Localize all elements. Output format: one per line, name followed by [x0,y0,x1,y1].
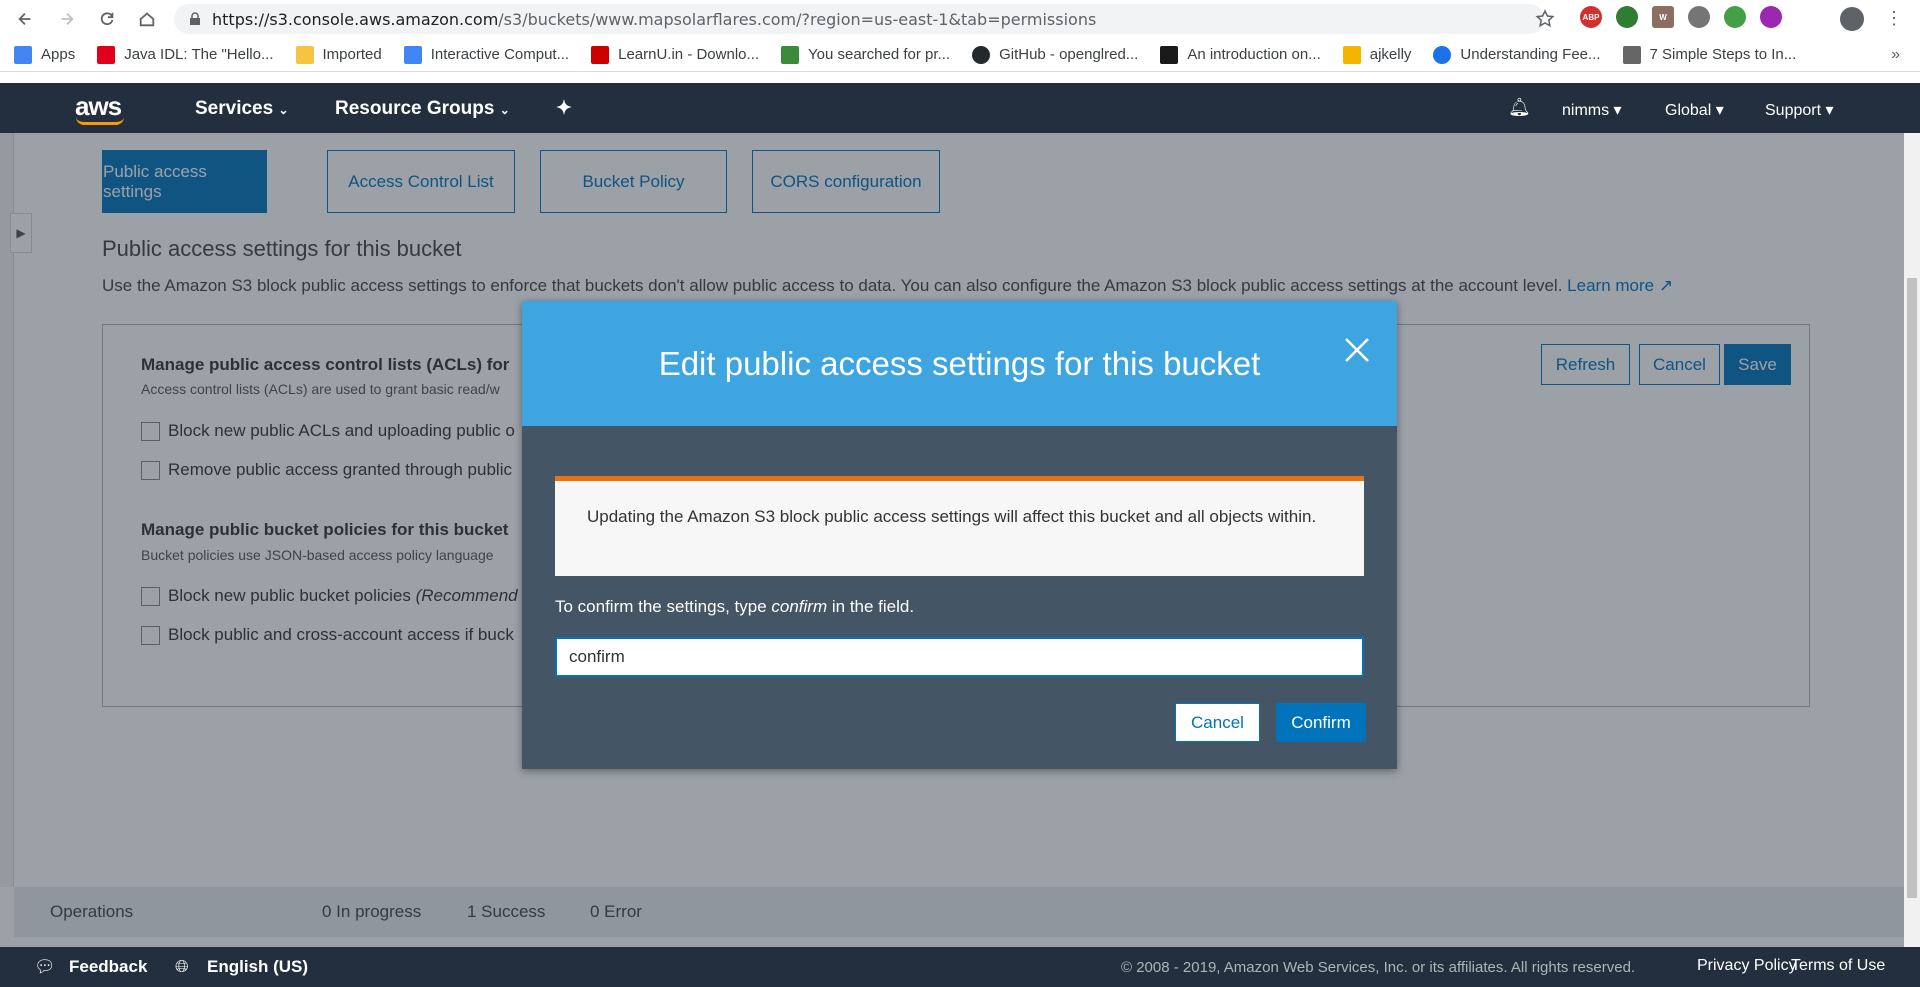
user-label: nimms [1562,102,1610,119]
confirm-suffix: in the field. [831,597,915,616]
bookmark-label: Java IDL: The "Hello... [124,46,274,63]
services-label: Services [195,98,274,119]
address-bar[interactable]: https://s3.console.aws.amazon.com/s3/buc… [174,4,1544,34]
services-menu[interactable]: Services ⌄ [195,98,289,120]
table-icon [403,45,422,64]
url-text: https://s3.console.aws.amazon.com/s3/buc… [212,10,1096,29]
page-scrollbar[interactable] [1904,133,1920,947]
modal-header: Edit public access settings for this buc… [522,301,1397,426]
bell-icon[interactable]: 🔔︎ [1508,97,1531,118]
bookmark-simple-steps[interactable]: 7 Simple Steps to In... [1622,45,1797,64]
profile-avatar-icon[interactable] [1840,7,1864,31]
saint-icon [1622,45,1641,64]
folder-icon [295,45,314,64]
purple-extension-icon[interactable] [1760,6,1782,28]
aws-smile-icon [76,117,124,125]
resource-groups-label: Resource Groups [335,98,495,119]
modal-cancel-button[interactable]: Cancel [1175,703,1260,742]
feedback-icon: 💬︎ [34,957,56,976]
bookmark-label: LearnU.in - Downlo... [618,46,760,63]
bookmark-understanding[interactable]: Understanding Fee... [1433,45,1601,64]
lock-icon [190,12,200,25]
scrollbar-thumb[interactable] [1907,278,1917,898]
lu-icon [591,45,610,64]
globe-extension-icon[interactable] [1616,6,1638,28]
chevron-down-icon: ⌄ [278,103,289,117]
bookmark-label: ajkelly [1369,46,1412,63]
region-label: Global [1665,102,1712,119]
bookmark-star-icon[interactable] [1535,9,1555,29]
bookmark-label: GitHub - openglred... [999,46,1139,63]
browser-toolbar: https://s3.console.aws.amazon.com/s3/buc… [0,0,1920,38]
user-menu[interactable]: nimms ▾ [1562,100,1622,120]
bookmark-searched[interactable]: You searched for pr... [781,45,951,64]
terminal-icon [1160,45,1179,64]
confirm-word: confirm [771,597,828,616]
bookmark-label: Interactive Comput... [430,46,570,63]
globe-icon: 🌐︎ [175,957,189,976]
bookmark-label: Imported [322,46,382,63]
browser-menu-icon[interactable]: ⋮ [1885,8,1903,29]
close-icon[interactable] [1342,335,1372,365]
bookmark-label: Apps [41,46,76,63]
bookmark-github[interactable]: GitHub - openglred... [972,45,1139,64]
w-extension-icon[interactable]: W [1652,6,1674,28]
edit-public-access-modal: Edit public access settings for this buc… [522,301,1397,769]
resource-groups-menu[interactable]: Resource Groups ⌄ [335,98,510,120]
adblock-icon[interactable]: ABP [1580,6,1602,28]
bookmark-label: You searched for pr... [808,46,951,63]
circle-extension-icon[interactable] [1688,6,1710,28]
github-icon [972,45,991,64]
forward-arrow-icon[interactable] [50,2,84,36]
bookmark-label: An introduction on... [1187,46,1321,63]
pin-icon[interactable]: ✦ [556,97,572,120]
support-menu[interactable]: Support ▾ [1765,100,1834,120]
compass-extension-icon[interactable] [1724,6,1746,28]
bookmarks-overflow-icon[interactable]: » [1891,46,1900,64]
privacy-policy-link[interactable]: Privacy Policy [1697,957,1797,975]
bookmark-introduction[interactable]: An introduction on... [1160,45,1321,64]
oracle-icon [97,45,116,64]
copyright-text: © 2008 - 2019, Amazon Web Services, Inc.… [1121,959,1636,976]
bookmark-label: Understanding Fee... [1460,46,1601,63]
bookmark-label: 7 Simple Steps to In... [1649,46,1797,63]
bookmark-interactive[interactable]: Interactive Comput... [403,45,570,64]
confirm-prefix: To confirm the settings, type [555,597,767,616]
url-path: /s3/buckets/www.mapsolarflares.com/?regi… [498,9,1097,29]
warning-alert: Updating the Amazon S3 block public acce… [555,476,1364,576]
region-menu[interactable]: Global ▾ [1665,100,1724,120]
language-selector[interactable]: English (US) [207,957,308,977]
bookmarks-bar: Apps Java IDL: The "Hello... Imported In… [0,38,1920,72]
circle-icon [1433,45,1452,64]
reload-icon[interactable] [90,2,124,36]
modal-confirm-button[interactable]: Confirm [1276,703,1366,742]
feedback-link[interactable]: Feedback [69,957,147,977]
bookmark-imported[interactable]: Imported [295,45,382,64]
support-label: Support [1765,102,1822,119]
confirm-input[interactable] [555,637,1364,677]
url-host: https://s3.console.aws.amazon.com [212,9,499,29]
confirm-instruction: To confirm the settings, type confirm in… [555,597,914,617]
back-arrow-icon[interactable] [8,2,42,36]
apps-grid-icon [14,45,32,64]
cookie-icon [1342,45,1361,64]
bookmark-ajkelly[interactable]: ajkelly [1342,45,1412,64]
bookmark-apps[interactable]: Apps [14,45,76,64]
chevron-down-icon: ⌄ [499,103,510,117]
modal-title: Edit public access settings for this buc… [658,345,1261,382]
terms-of-use-link[interactable]: Terms of Use [1791,957,1885,975]
extensions-area: ABP W [1580,6,1782,28]
console-footer: 💬︎ Feedback 🌐︎ English (US) © 2008 - 201… [0,947,1920,987]
u-icon [781,45,800,64]
aws-top-nav: aws Services ⌄ Resource Groups ⌄ ✦ 🔔︎ ni… [0,83,1920,133]
home-icon[interactable] [130,2,164,36]
alert-text: Updating the Amazon S3 block public acce… [587,507,1317,526]
bookmark-learnu[interactable]: LearnU.in - Downlo... [591,45,760,64]
bookmark-java-idl[interactable]: Java IDL: The "Hello... [97,45,274,64]
